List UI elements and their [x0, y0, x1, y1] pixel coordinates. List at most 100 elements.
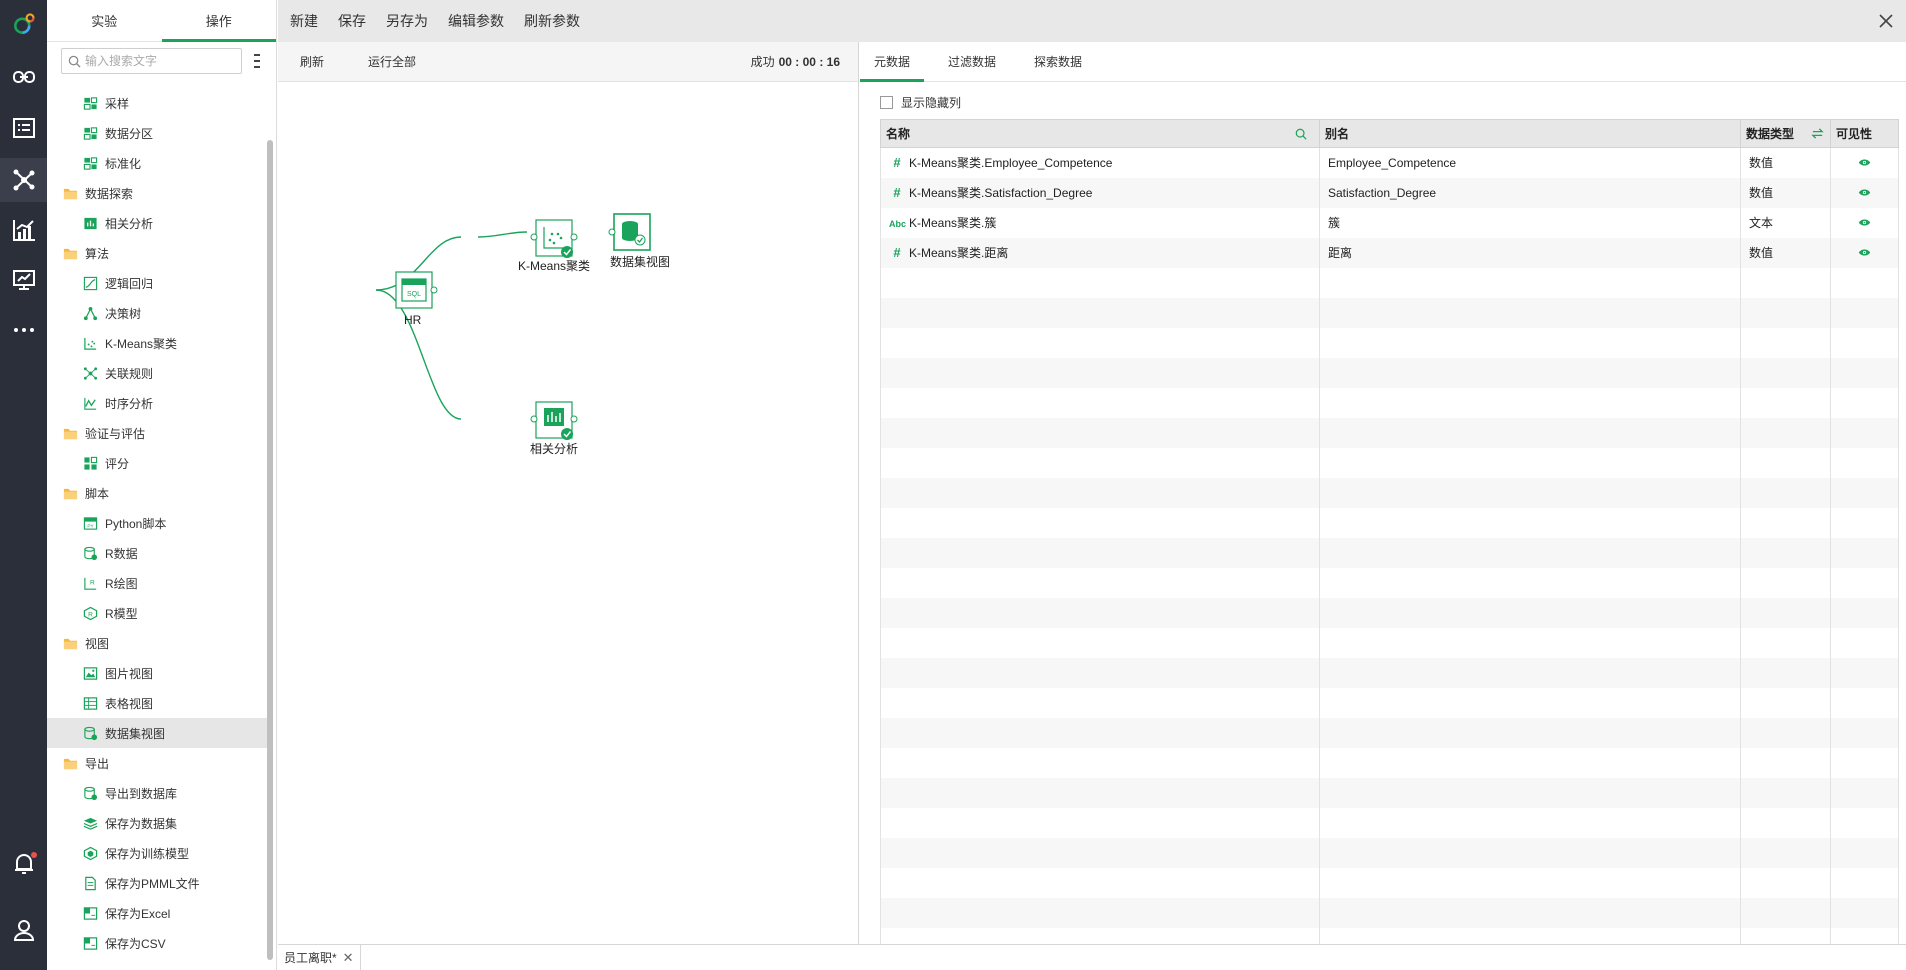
tree-item[interactable]: 关联规则 — [47, 358, 269, 388]
tree-item[interactable]: 保存为训练模型 — [47, 838, 269, 868]
menu-icon[interactable] — [252, 54, 262, 68]
tree-item[interactable]: 评分 — [47, 448, 269, 478]
tree-item[interactable]: 保存为PMML文件 — [47, 868, 269, 898]
show-hidden-checkbox[interactable] — [880, 95, 893, 109]
column-header-name-label: 名称 — [886, 127, 911, 141]
cell-visibility — [1830, 147, 1899, 178]
column-header-alias[interactable]: 别名 — [1319, 119, 1741, 148]
tree-folder[interactable]: 导出 — [47, 748, 269, 778]
run-all-button[interactable]: 运行全部 — [346, 53, 438, 70]
tree-item[interactable]: 数据分区 — [47, 118, 269, 148]
tree-item[interactable]: K-Means聚类 — [47, 328, 269, 358]
rail-link-button[interactable] — [0, 55, 47, 99]
tree-item[interactable]: 保存为数据集 — [47, 808, 269, 838]
node-dataset-view[interactable] — [608, 213, 651, 251]
rail-user-button[interactable] — [0, 908, 47, 952]
cell-alias[interactable]: 距离 — [1319, 237, 1741, 268]
cell-visibility — [1830, 237, 1899, 268]
table-row[interactable]: # K-Means聚类.Satisfaction_Degree Satisfacti… — [880, 177, 1899, 208]
swap-icon[interactable] — [1811, 127, 1824, 140]
numeric-type-icon: # — [893, 185, 901, 200]
presentation-icon — [12, 270, 35, 290]
eye-icon[interactable] — [1858, 248, 1871, 257]
node-correlation[interactable] — [530, 401, 578, 440]
column-header-datatype[interactable]: 数据类型 — [1740, 119, 1831, 148]
tree-item[interactable]: 导出到数据库 — [47, 778, 269, 808]
tree-item[interactable]: PY Python脚本 — [47, 508, 269, 538]
tree-folder[interactable]: 验证与评估 — [47, 418, 269, 448]
cell-alias[interactable]: Satisfaction_Degree — [1319, 177, 1741, 208]
rail-notification-button[interactable] — [0, 842, 47, 886]
tree-item[interactable]: 表格视图 — [47, 688, 269, 718]
refresh-params-button[interactable]: 刷新参数 — [514, 11, 590, 31]
r-plot-icon: R — [82, 575, 98, 591]
rail-more-button[interactable] — [0, 308, 47, 352]
tree-folder[interactable]: 数据探索 — [47, 178, 269, 208]
tree-item[interactable]: 相关分析 — [47, 208, 269, 238]
tree-item-label: 评分 — [105, 456, 130, 471]
new-button[interactable]: 新建 — [280, 11, 328, 31]
eye-icon[interactable] — [1858, 158, 1871, 167]
empty-table-row — [880, 777, 1899, 808]
table-row[interactable]: # K-Means聚类.距离 距离 数值 — [880, 237, 1899, 268]
tree-item[interactable]: 保存为CSV — [47, 928, 269, 958]
flow-canvas[interactable]: SQL HR K-Means聚类 数据集视图 相关分析 — [278, 82, 858, 942]
rail-report-button[interactable] — [0, 106, 47, 150]
node-hr[interactable]: SQL — [395, 271, 438, 309]
cell-datatype[interactable]: 数值 — [1740, 147, 1831, 178]
cell-name: Abc K-Means聚类.簇 — [880, 207, 1320, 238]
tree-item[interactable]: 采样 — [47, 88, 269, 118]
partition-icon — [82, 125, 98, 141]
tab-filter-data[interactable]: 过滤数据 — [934, 42, 1010, 81]
column-search-icon[interactable] — [1295, 128, 1307, 140]
tree-item[interactable]: R R绘图 — [47, 568, 269, 598]
folder-icon — [62, 245, 78, 261]
file-tab[interactable]: 员工离职* ✕ — [278, 944, 361, 970]
tab-metadata[interactable]: 元数据 — [860, 42, 925, 82]
tree-item[interactable]: 时序分析 — [47, 388, 269, 418]
search-input[interactable] — [85, 54, 235, 68]
cell-datatype[interactable]: 文本 — [1740, 207, 1831, 238]
cell-datatype[interactable]: 数值 — [1740, 177, 1831, 208]
tree-item-label: 保存为训练模型 — [105, 846, 190, 861]
app-rail — [0, 0, 47, 970]
save-as-button[interactable]: 另存为 — [376, 11, 438, 31]
tree-item[interactable]: R R模型 — [47, 598, 269, 628]
tree-item[interactable]: 逻辑回归 — [47, 268, 269, 298]
node-kmeans[interactable] — [530, 219, 578, 258]
panel-scrollbar[interactable] — [267, 140, 273, 960]
tab-operation[interactable]: 操作 — [161, 0, 277, 42]
close-icon[interactable] — [1876, 11, 1896, 31]
tree-item[interactable]: 数据集视图 — [47, 718, 269, 748]
eye-icon[interactable] — [1858, 188, 1871, 197]
tree-folder[interactable]: 脚本 — [47, 478, 269, 508]
column-header-visibility[interactable]: 可见性 — [1830, 119, 1899, 148]
refresh-button[interactable]: 刷新 — [278, 53, 346, 70]
tree-folder[interactable]: 视图 — [47, 628, 269, 658]
rail-mining-button[interactable] — [0, 158, 47, 202]
tree-item[interactable]: 决策树 — [47, 298, 269, 328]
tree-item[interactable]: 保存为Excel — [47, 898, 269, 928]
tree-item-label: 导出 — [85, 756, 110, 771]
save-button[interactable]: 保存 — [328, 11, 376, 31]
edit-params-button[interactable]: 编辑参数 — [438, 11, 514, 31]
rail-presentation-button[interactable] — [0, 258, 47, 302]
table-row[interactable]: Abc K-Means聚类.簇簇文本 — [880, 207, 1899, 238]
cell-alias[interactable]: 簇 — [1319, 207, 1741, 238]
tab-experiment[interactable]: 实验 — [47, 0, 162, 41]
tree-item[interactable]: 标准化 — [47, 148, 269, 178]
close-tab-icon[interactable]: ✕ — [343, 950, 354, 966]
tab-explore-data[interactable]: 探索数据 — [1020, 42, 1096, 81]
table-row[interactable]: # K-Means聚类.Employee_Competence Employee_C… — [880, 147, 1899, 178]
tree-item[interactable]: R数据 — [47, 538, 269, 568]
column-header-name[interactable]: 名称 — [880, 119, 1320, 148]
tree-folder[interactable]: 算法 — [47, 238, 269, 268]
cell-name: # K-Means聚类.Employee_Competence — [880, 147, 1320, 178]
rail-analysis-button[interactable] — [0, 208, 47, 252]
text-type-icon: Abc — [889, 219, 907, 229]
cell-datatype[interactable]: 数值 — [1740, 237, 1831, 268]
tree-item[interactable]: 图片视图 — [47, 658, 269, 688]
empty-table-row — [880, 897, 1899, 928]
eye-icon[interactable] — [1858, 218, 1871, 227]
cell-alias[interactable]: Employee_Competence — [1319, 147, 1741, 178]
